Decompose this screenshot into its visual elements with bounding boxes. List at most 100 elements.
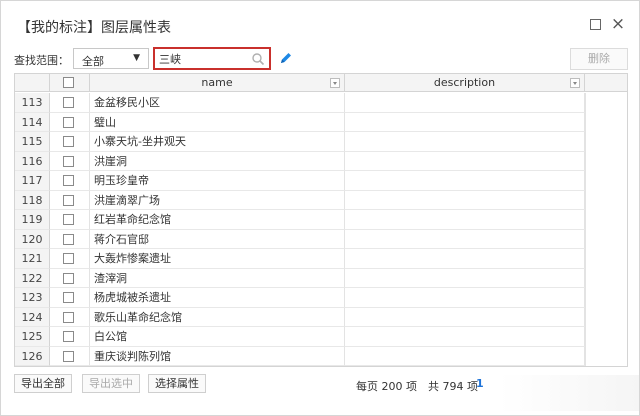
table-row[interactable]: 122 渣滓洞 bbox=[15, 268, 585, 288]
table-row[interactable]: 115 小寨天坑-坐井观天 bbox=[15, 132, 585, 152]
name-cell[interactable]: 重庆谈判陈列馆 bbox=[90, 346, 345, 366]
row-checkbox-cell bbox=[50, 346, 90, 366]
description-cell[interactable] bbox=[345, 112, 585, 132]
row-checkbox-cell bbox=[50, 210, 90, 230]
select-all-checkbox[interactable] bbox=[63, 77, 74, 88]
chevron-left-icon[interactable]: ‹ bbox=[457, 377, 461, 390]
description-cell[interactable] bbox=[345, 93, 585, 113]
name-cell[interactable]: 明玉珍皇帝 bbox=[90, 171, 345, 191]
description-cell[interactable] bbox=[345, 229, 585, 249]
row-checkbox[interactable] bbox=[63, 292, 74, 303]
header-name[interactable]: name bbox=[90, 74, 345, 92]
name-cell[interactable]: 杨虎城被杀遗址 bbox=[90, 288, 345, 308]
row-checkbox[interactable] bbox=[63, 272, 74, 284]
row-checkbox[interactable] bbox=[63, 175, 74, 186]
row-number: 113 bbox=[15, 93, 50, 113]
table-row[interactable]: 125 白公馆 bbox=[15, 327, 585, 347]
row-checkbox[interactable] bbox=[63, 311, 74, 323]
header-filler bbox=[585, 74, 627, 92]
scope-value: 全部 bbox=[82, 55, 104, 68]
description-cell[interactable] bbox=[345, 210, 585, 230]
name-cell[interactable]: 小寨天坑-坐井观天 bbox=[90, 132, 345, 152]
table-row[interactable]: 126 重庆谈判陈列馆 bbox=[15, 346, 585, 366]
search-icon[interactable] bbox=[251, 52, 265, 66]
row-checkbox[interactable] bbox=[63, 214, 74, 225]
row-number: 126 bbox=[15, 346, 50, 366]
table-row[interactable]: 124 歌乐山革命纪念馆 bbox=[15, 307, 585, 327]
name-cell[interactable]: 红岩革命纪念馆 bbox=[90, 210, 345, 230]
row-checkbox[interactable] bbox=[63, 253, 74, 264]
name-cell[interactable]: 歌乐山革命纪念馆 bbox=[90, 307, 345, 327]
row-checkbox-cell bbox=[50, 288, 90, 308]
search-box[interactable] bbox=[153, 47, 271, 70]
table-row[interactable]: 116 洪崖洞 bbox=[15, 151, 585, 171]
table-row[interactable]: 117 明玉珍皇帝 bbox=[15, 171, 585, 191]
header-description[interactable]: description bbox=[345, 74, 585, 92]
export-all-button[interactable]: 导出全部 bbox=[14, 374, 72, 393]
description-cell[interactable] bbox=[345, 327, 585, 347]
row-checkbox-cell bbox=[50, 112, 90, 132]
name-cell[interactable]: 蒋介石官邸 bbox=[90, 229, 345, 249]
delete-button[interactable]: 删除 bbox=[570, 48, 628, 70]
row-checkbox-cell bbox=[50, 151, 90, 171]
row-number: 122 bbox=[15, 268, 50, 288]
description-cell[interactable] bbox=[345, 132, 585, 152]
header-description-label: description bbox=[433, 76, 496, 89]
name-cell[interactable]: 璧山 bbox=[90, 112, 345, 132]
name-cell[interactable]: 金盆移民小区 bbox=[90, 93, 345, 113]
description-cell[interactable] bbox=[345, 307, 585, 327]
table-row[interactable]: 123 杨虎城被杀遗址 bbox=[15, 288, 585, 308]
search-toolbar: 查找范围： 全部 ▼ 删除 bbox=[1, 47, 639, 71]
row-checkbox[interactable] bbox=[63, 136, 74, 147]
caret-down-icon: ▼ bbox=[133, 53, 140, 63]
description-cell[interactable] bbox=[345, 249, 585, 269]
row-number: 117 bbox=[15, 171, 50, 191]
row-number: 124 bbox=[15, 307, 50, 327]
row-checkbox-cell bbox=[50, 190, 90, 210]
row-checkbox[interactable] bbox=[63, 116, 74, 128]
name-cell[interactable]: 大轰炸惨案遗址 bbox=[90, 249, 345, 269]
attribute-table-dialog: 【我的标注】图层属性表 × 查找范围： 全部 ▼ 删除 bbox=[0, 0, 640, 416]
select-attributes-button[interactable]: 选择属性 bbox=[148, 374, 206, 393]
export-selected-button[interactable]: 导出选中 bbox=[82, 374, 140, 393]
table-row[interactable]: 119 红岩革命纪念馆 bbox=[15, 210, 585, 230]
name-cell[interactable]: 洪崖滴翠广场 bbox=[90, 190, 345, 210]
description-cell[interactable] bbox=[345, 171, 585, 191]
description-cell[interactable] bbox=[345, 190, 585, 210]
table-row[interactable]: 120 蒋介石官邸 bbox=[15, 229, 585, 249]
close-icon[interactable]: × bbox=[609, 15, 627, 33]
description-cell[interactable] bbox=[345, 288, 585, 308]
search-input[interactable] bbox=[159, 51, 251, 66]
grid-header: name description bbox=[15, 74, 627, 92]
table-row[interactable]: 121 大轰炸惨案遗址 bbox=[15, 249, 585, 269]
name-cell[interactable]: 渣滓洞 bbox=[90, 268, 345, 288]
description-cell[interactable] bbox=[345, 346, 585, 366]
row-checkbox[interactable] bbox=[63, 350, 74, 362]
pencil-icon[interactable] bbox=[277, 49, 295, 67]
column-menu-icon[interactable] bbox=[570, 78, 580, 88]
row-checkbox-cell bbox=[50, 268, 90, 288]
name-cell[interactable]: 白公馆 bbox=[90, 327, 345, 347]
table-row[interactable]: 118 洪崖滴翠广场 bbox=[15, 190, 585, 210]
row-checkbox[interactable] bbox=[63, 97, 74, 108]
row-number: 123 bbox=[15, 288, 50, 308]
row-number: 116 bbox=[15, 151, 50, 171]
row-number: 125 bbox=[15, 327, 50, 347]
row-checkbox[interactable] bbox=[63, 233, 74, 245]
table-row[interactable]: 113 金盆移民小区 bbox=[15, 93, 585, 113]
name-cell[interactable]: 洪崖洞 bbox=[90, 151, 345, 171]
row-checkbox-cell bbox=[50, 327, 90, 347]
maximize-icon[interactable] bbox=[590, 19, 601, 30]
table-row[interactable]: 114 璧山 bbox=[15, 112, 585, 132]
row-number: 120 bbox=[15, 229, 50, 249]
row-checkbox[interactable] bbox=[63, 331, 74, 342]
row-checkbox[interactable] bbox=[63, 155, 74, 167]
description-cell[interactable] bbox=[345, 268, 585, 288]
description-cell[interactable] bbox=[345, 151, 585, 171]
scope-select[interactable]: 全部 ▼ bbox=[73, 48, 149, 69]
header-select-all bbox=[50, 74, 90, 92]
page-link-current[interactable]: 1 bbox=[476, 377, 484, 390]
row-number: 115 bbox=[15, 132, 50, 152]
column-menu-icon[interactable] bbox=[330, 78, 340, 88]
row-checkbox[interactable] bbox=[63, 194, 74, 206]
